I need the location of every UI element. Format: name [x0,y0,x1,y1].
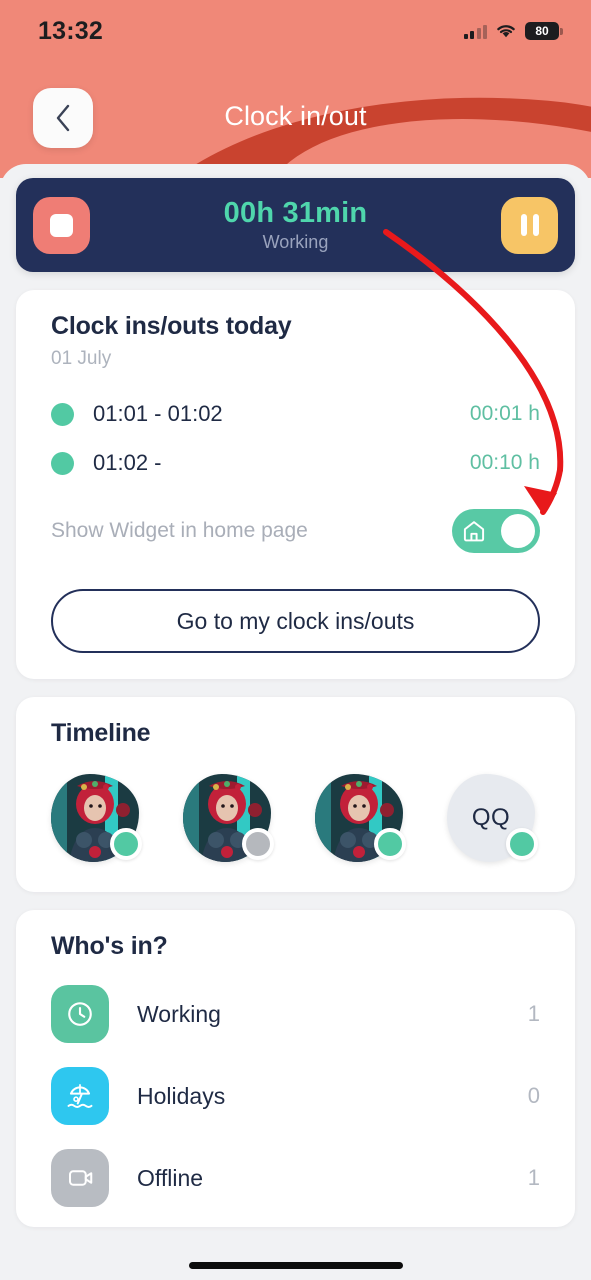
who-count: 0 [527,1083,540,1108]
who-label: Holidays [137,1082,226,1109]
pause-button[interactable] [501,196,558,254]
list-item[interactable]: 01:02 - 00:10 h [51,450,540,476]
offline-icon [69,1170,93,1186]
status-dot [506,828,538,860]
content-sheet: 00h 31min Working Clock ins/outs today 0… [0,164,591,1280]
offline-icon-tile [51,1149,109,1207]
timeline-card: Timeline QQ [16,697,575,892]
battery-icon: 80 [525,22,563,40]
status-dot-green [51,451,74,475]
widget-toggle-label: Show Widget in home page [51,519,308,542]
timer-display: 00h 31min Working [90,197,501,253]
entry-left: 01:01 - 01:02 [51,401,223,427]
battery-tip [560,27,563,35]
timeline-avatar-row: QQ [51,774,540,862]
timer-status: Working [262,232,329,252]
beach-umbrella-icon-tile [51,1067,109,1125]
status-dot [242,828,274,860]
clock-icon [68,1002,92,1026]
whos-in-title: Who's in? [51,932,168,960]
clock-icon-tile [51,985,109,1043]
clock-entries-list: 01:01 - 01:02 00:01 h 01:02 - 00:10 h [51,401,540,476]
who-count: 1 [527,1165,540,1190]
toggle-knob [501,514,535,548]
page-title: Clock in/out [224,101,367,131]
clock-ins-outs-card: Clock ins/outs today 01 July 01:01 - 01:… [16,290,575,679]
whos-in-row-holidays[interactable]: Holidays 0 [51,1067,540,1125]
beach-umbrella-icon [67,1084,93,1108]
status-bar-indicators: 80 [463,22,563,40]
who-left: Working [51,985,221,1043]
status-bar-time: 13:32 [38,16,103,45]
cellular-signal-icon [463,24,487,39]
who-label: Working [137,1000,221,1027]
entry-range: 01:02 - [93,450,162,475]
whos-in-card: Who's in? Working 1 Holidays 0 Offline 1 [16,910,575,1227]
avatar[interactable] [315,774,406,862]
status-dot [110,828,142,860]
widget-toggle-row: Show Widget in home page [51,509,540,553]
home-indicator [188,1262,403,1269]
avatar[interactable]: QQ [447,774,538,862]
entry-range: 01:01 - 01:02 [93,401,223,426]
status-bar: 13:32 80 [0,0,591,62]
stop-icon [50,213,73,237]
whos-in-row-working[interactable]: Working 1 [51,985,540,1043]
widget-toggle[interactable] [452,509,540,553]
app-header: 13:32 80 Clock in/out [0,0,591,178]
whos-in-row-offline[interactable]: Offline 1 [51,1149,540,1207]
entry-duration: 00:01 h [469,402,540,425]
timer-card: 00h 31min Working [16,178,575,272]
clock-card-title: Clock ins/outs today [51,312,292,340]
timer-value: 00h 31min [223,197,368,229]
battery-level: 80 [525,22,559,40]
pause-icon [520,214,539,236]
avatar[interactable] [183,774,274,862]
entry-duration: 00:10 h [469,451,540,474]
timeline-title: Timeline [51,719,151,747]
stop-button[interactable] [33,196,90,254]
status-dot-green [51,402,74,426]
who-label: Offline [137,1164,204,1191]
wifi-icon [497,24,515,37]
entry-left: 01:02 - [51,450,162,476]
avatar[interactable] [51,774,142,862]
status-dot [374,828,406,860]
list-item[interactable]: 01:01 - 01:02 00:01 h [51,401,540,427]
clock-card-date: 01 July [51,348,112,369]
who-left: Offline [51,1149,203,1207]
navigation-bar: Clock in/out [0,88,591,158]
who-count: 1 [527,1001,540,1026]
home-icon [463,521,485,542]
who-left: Holidays [51,1067,225,1125]
go-to-clock-ins-outs-button[interactable]: Go to my clock ins/outs [51,589,540,653]
